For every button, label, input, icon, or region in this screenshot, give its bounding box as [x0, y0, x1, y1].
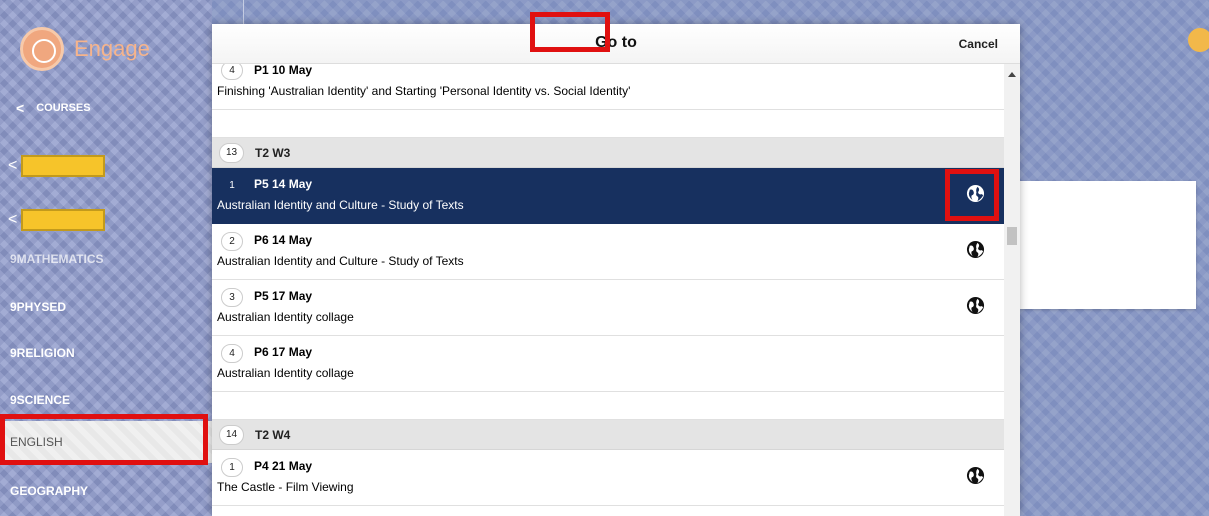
lesson-row[interactable]: 3 P5 17 May Australian Identity collage	[212, 280, 1004, 336]
lesson-description: Australian Identity collage	[217, 366, 354, 380]
course-item-redacted-2[interactable]: <	[8, 209, 106, 231]
sidebar-item-label: GEOGRAPHY	[10, 484, 89, 498]
lesson-description: The Castle - Film Viewing	[217, 480, 354, 494]
redacted-course-name	[21, 209, 106, 231]
lesson-number: 3	[221, 288, 243, 307]
week-label: T2 W3	[255, 146, 291, 160]
lesson-row[interactable]: 2 P6 14 May Australian Identity and Cult…	[212, 224, 1004, 280]
sidebar-item-label: 9RELIGION	[10, 346, 75, 360]
sidebar-item-9science[interactable]: 9SCIENCE	[0, 385, 212, 415]
chevron-left-icon: <	[8, 157, 18, 174]
cancel-button[interactable]: Cancel	[959, 37, 998, 51]
lesson-number: 1	[229, 180, 235, 191]
sidebar-item-9mathematics[interactable]: 9MATHEMATICS	[0, 252, 212, 266]
scroll-up-arrow-icon[interactable]	[1008, 72, 1016, 77]
week-header: 13 T2 W3	[212, 138, 1004, 168]
courses-back-link[interactable]: < COURSES	[16, 100, 91, 116]
chevron-left-icon: <	[16, 100, 25, 116]
app-name: Engage	[74, 36, 150, 61]
course-item-redacted-1[interactable]: <	[8, 155, 106, 177]
background-card	[1020, 181, 1196, 309]
globe-icon[interactable]	[966, 184, 985, 203]
goto-dialog: Go to Cancel 4 P1 10 May Finishing 'Aust…	[212, 24, 1020, 516]
sidebar-item-label: 9SCIENCE	[10, 393, 71, 407]
lesson-row[interactable]: 1 P4 21 May The Castle - Film Viewing	[212, 450, 1004, 506]
sidebar-item-geography[interactable]: GEOGRAPHY	[0, 476, 212, 506]
lesson-period: P1 10 May	[254, 64, 313, 77]
scrollbar[interactable]	[1004, 64, 1020, 516]
lesson-list[interactable]: 4 P1 10 May Finishing 'Australian Identi…	[212, 64, 1004, 516]
app-logo[interactable]: Engage	[20, 27, 150, 71]
redacted-course-name	[21, 155, 106, 177]
dialog-header: Go to Cancel	[212, 24, 1020, 64]
scroll-thumb[interactable]	[1007, 227, 1017, 245]
lesson-row[interactable]: 4 P1 10 May Finishing 'Australian Identi…	[212, 64, 1004, 110]
week-label: T2 W4	[255, 428, 291, 442]
globe-icon[interactable]	[966, 296, 985, 315]
lesson-number: 4	[221, 64, 243, 80]
sidebar-item-9religion[interactable]: 9RELIGION	[0, 338, 212, 368]
list-spacer	[212, 110, 1004, 138]
lesson-period: P6 17 May	[254, 345, 313, 359]
lesson-period: P5 17 May	[254, 289, 313, 303]
dialog-title: Go to	[595, 34, 637, 51]
globe-icon[interactable]	[966, 240, 985, 259]
notification-icon[interactable]	[1188, 28, 1209, 52]
lesson-description: Finishing 'Australian Identity' and Star…	[217, 84, 631, 98]
sidebar: Engage < COURSES < < 9MATHEMATICS 9PHYSE…	[0, 0, 212, 516]
courses-label: COURSES	[36, 102, 91, 114]
sidebar-item-english[interactable]: ENGLISH	[0, 421, 212, 463]
lesson-description: Australian Identity collage	[217, 310, 354, 324]
lesson-row[interactable]: 4 P6 17 May Australian Identity collage	[212, 336, 1004, 392]
lesson-number: 1	[221, 458, 243, 477]
lesson-period: P4 21 May	[254, 459, 313, 473]
lesson-row-selected[interactable]: 1 P5 14 May Australian Identity and Cult…	[212, 168, 1004, 224]
lesson-description: Australian Identity and Culture - Study …	[217, 198, 464, 212]
lesson-description: Australian Identity and Culture - Study …	[217, 254, 464, 268]
sidebar-item-label: 9PHYSED	[10, 300, 67, 314]
week-number: 13	[219, 143, 244, 163]
lesson-number: 4	[221, 344, 243, 363]
logo-icon	[20, 27, 64, 71]
lesson-period: P5 14 May	[254, 177, 313, 191]
week-number: 14	[219, 425, 244, 445]
sidebar-item-label: ENGLISH	[10, 435, 63, 449]
lesson-number: 2	[221, 232, 243, 251]
globe-icon[interactable]	[966, 466, 985, 485]
week-header: 14 T2 W4	[212, 420, 1004, 450]
lesson-period: P6 14 May	[254, 233, 313, 247]
list-spacer	[212, 392, 1004, 420]
chevron-left-icon: <	[8, 211, 18, 228]
sidebar-item-9physed[interactable]: 9PHYSED	[0, 292, 212, 322]
